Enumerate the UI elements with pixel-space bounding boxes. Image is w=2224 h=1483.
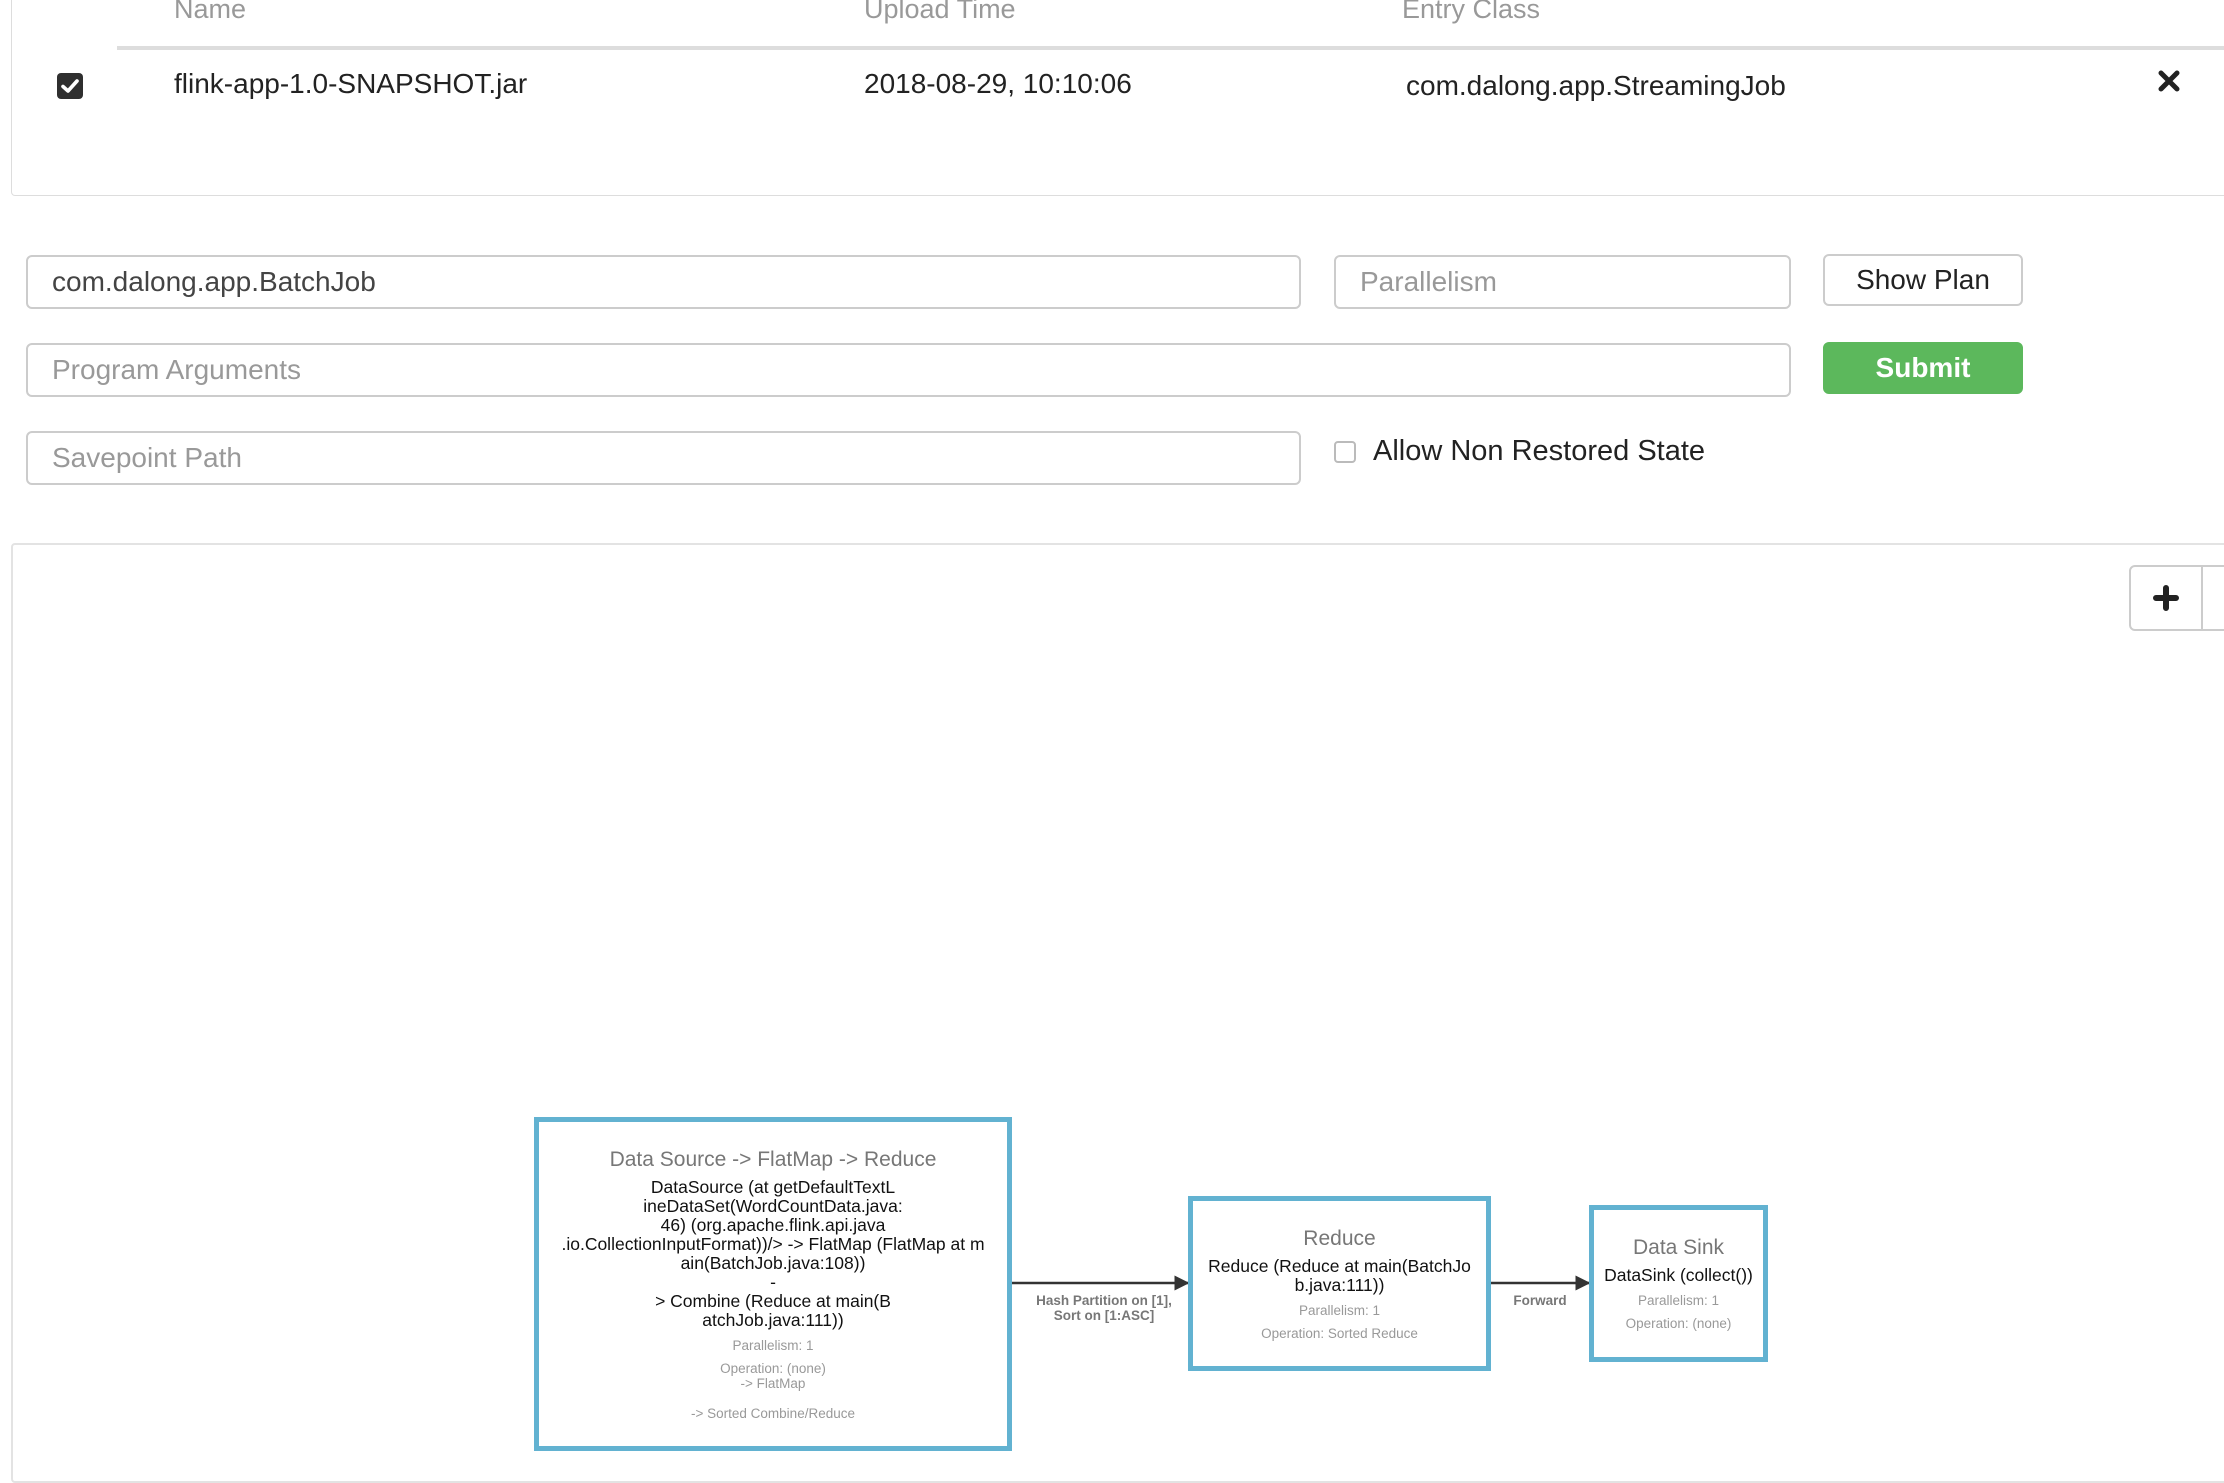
edge-label-forward: Forward: [1513, 1293, 1567, 1308]
node-parallelism: Parallelism: 1: [1637, 1293, 1720, 1308]
plan-node-data-sink[interactable]: Data Sink DataSink (collect()) Paralleli…: [1589, 1205, 1768, 1362]
node-title: Reduce: [1303, 1226, 1376, 1250]
node-operation: Operation: Sorted Reduce: [1261, 1325, 1418, 1341]
node-description: Reduce (Reduce at main(BatchJo b.java:11…: [1208, 1255, 1471, 1295]
plan-node-data-source[interactable]: Data Source -> FlatMap -> Reduce DataSou…: [534, 1117, 1012, 1451]
node-description: DataSink (collect()): [1604, 1265, 1753, 1285]
plan-node-reduce[interactable]: Reduce Reduce (Reduce at main(BatchJo b.…: [1188, 1196, 1491, 1371]
node-operation: Operation: (none): [1625, 1316, 1732, 1331]
edge-label-hash-partition: Hash Partition on [1], Sort on [1:ASC]: [1036, 1293, 1172, 1323]
plan-edges: [1011, 1275, 1591, 1291]
node-title: Data Source -> FlatMap -> Reduce: [609, 1147, 937, 1171]
node-operation: Operation: (none) -> FlatMap -> Sorted C…: [691, 1360, 855, 1421]
node-title: Data Sink: [1632, 1236, 1725, 1259]
node-parallelism: Parallelism: 1: [732, 1337, 814, 1353]
node-parallelism: Parallelism: 1: [1298, 1302, 1381, 1318]
node-description: DataSource (at getDefaultTextL ineDataSe…: [561, 1176, 985, 1330]
